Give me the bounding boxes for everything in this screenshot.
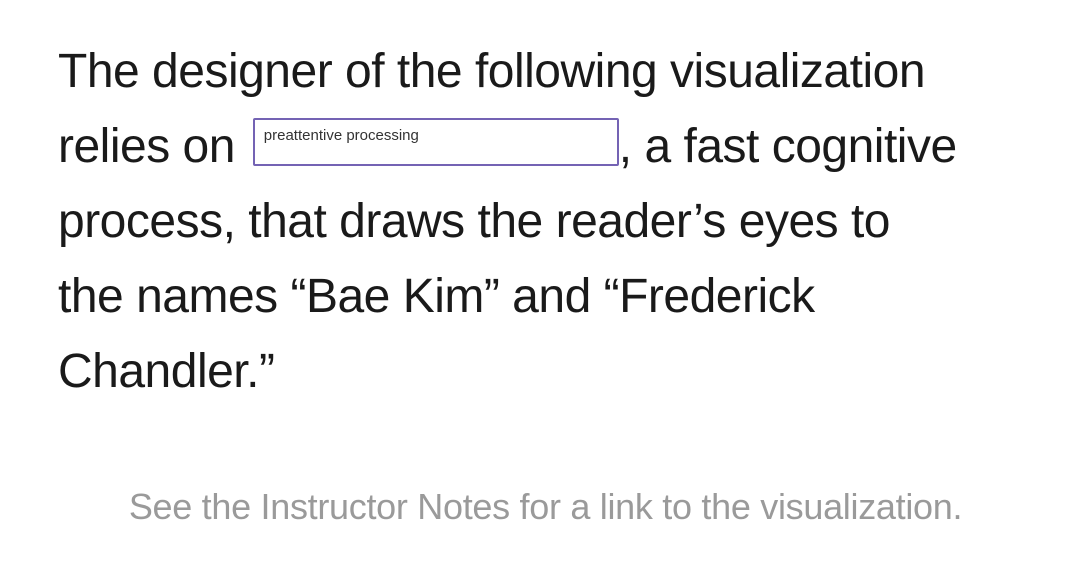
question-line-2-before: relies on [58, 120, 235, 173]
fill-in-blank-input[interactable] [252, 118, 619, 167]
question-line-2-after: , a fast cognitive [618, 120, 957, 173]
question-line-3: process, that draws the reader’s eyes to [58, 195, 891, 248]
question-line-2: relies on , a fast cognitive [58, 109, 1048, 184]
instructor-notes-hint: See the Instructor Notes for a link to t… [128, 486, 963, 527]
question-line-1: The designer of the following visualizat… [58, 45, 926, 98]
question-line-5: Chandler.” [58, 345, 275, 398]
question-line-4: the names “Bae Kim” and “Frederick [58, 270, 815, 323]
question-text: The designer of the following visualizat… [58, 34, 1048, 409]
